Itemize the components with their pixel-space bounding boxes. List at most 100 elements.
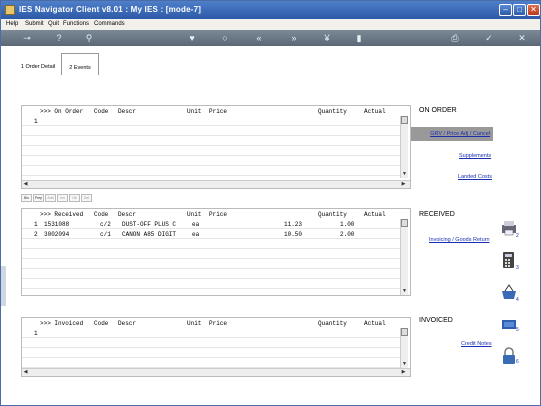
scroll-right-arrow[interactable]: ▶ [400, 369, 407, 376]
col-descr: Descr [118, 108, 137, 115]
table-row[interactable] [22, 358, 400, 368]
refresh-icon[interactable]: ○ [219, 32, 231, 44]
window-title: IES Navigator Client v8.01 : My IES : [m… [19, 5, 202, 14]
menu-commands[interactable]: Commands [94, 21, 125, 27]
table-row[interactable]: 1 [22, 328, 400, 338]
add-button[interactable]: Add [45, 194, 56, 202]
key-icon[interactable]: ⊸ [17, 32, 37, 44]
close-icon[interactable]: ✕ [516, 32, 528, 44]
menu-submit[interactable]: Submit [25, 21, 44, 27]
scroll-thumb[interactable] [401, 328, 408, 336]
menu-functions[interactable]: Functions [63, 21, 89, 27]
table-row[interactable] [22, 348, 400, 358]
table-row[interactable] [22, 239, 400, 249]
maximize-button[interactable]: □ [513, 4, 526, 16]
plug-icon[interactable]: ¥ [321, 32, 333, 44]
table-row[interactable]: 1 [22, 116, 400, 126]
table-row[interactable] [22, 146, 400, 156]
row-number: 2 [34, 231, 38, 238]
invoiced-vscroll[interactable]: ▼ [400, 328, 408, 368]
table-row[interactable] [22, 338, 400, 348]
col-actual: Actual [364, 320, 386, 327]
scroll-thumb[interactable] [401, 219, 408, 227]
received-vscroll[interactable]: ▼ [400, 219, 408, 295]
table-row[interactable] [22, 166, 400, 176]
row-code: c/1 [100, 231, 111, 238]
scroll-left-arrow[interactable]: ◀ [22, 369, 29, 376]
table-row[interactable] [22, 249, 400, 259]
table-row[interactable]: 1 1531088 c/2 DUST-OFF PLUS C ea 11.23 1… [22, 219, 400, 229]
col-quantity: Quantity [318, 108, 347, 115]
prep-button[interactable]: Prep [33, 194, 44, 202]
table-row[interactable] [22, 136, 400, 146]
scroll-down-arrow[interactable]: ▼ [401, 288, 408, 295]
menu-quit[interactable]: Quit [48, 21, 59, 27]
check-icon[interactable]: ✓ [483, 32, 495, 44]
insert-button[interactable]: Ins [57, 194, 68, 202]
invoiced-hscroll[interactable]: ◀ ▶ [22, 368, 410, 376]
icon-number: 2 [516, 233, 519, 239]
rewind-icon[interactable]: « [253, 32, 265, 44]
icon-number: 4 [516, 297, 519, 303]
row-unit: ea [192, 221, 200, 228]
tab-strip: 1 Order Detail 2 Events [3, 49, 540, 79]
col-unit: Unit [187, 211, 202, 218]
table-row[interactable] [22, 279, 400, 289]
tab-events[interactable]: 2 Events [61, 53, 99, 75]
fast-forward-icon[interactable]: » [288, 32, 300, 44]
row-ref: 3002094 [44, 231, 70, 238]
row-ref: 1531088 [44, 221, 70, 228]
search-icon[interactable]: ⚲ [83, 32, 95, 44]
row-price: 11.23 [284, 221, 303, 228]
scroll-thumb[interactable] [401, 116, 408, 124]
table-row[interactable]: 2 3002094 c/1 CANON A85 DIGIT ea 10.50 2… [22, 229, 400, 239]
col-descr: Descr [118, 320, 137, 327]
table-row[interactable] [22, 269, 400, 279]
table-row[interactable] [22, 259, 400, 269]
row-unit: ea [192, 231, 200, 238]
ok-button[interactable]: Ok [69, 194, 80, 202]
on-order-vscroll[interactable]: ▼ [400, 116, 408, 178]
credit-notes-link[interactable]: Credit Notes [461, 341, 492, 347]
on-order-header: >>> On Order Code Descr Unit Price Quant… [22, 106, 410, 116]
heart-icon[interactable]: ♥ [186, 32, 198, 44]
invoiced-title: INVOICED [419, 317, 453, 324]
print-icon[interactable]: ⎙ [449, 32, 461, 44]
col-descr: Descr [118, 211, 137, 218]
on-order-title: ON ORDER [419, 107, 457, 114]
supplements-link[interactable]: Supplements [459, 153, 491, 159]
stop-icon[interactable]: ▮ [353, 32, 365, 44]
icon-number: 5 [516, 327, 519, 333]
landed-costs-link[interactable]: Landed Costs [458, 174, 492, 180]
grv-price-adj-cancel-link[interactable]: GRV / Price Adj / Cancel [411, 127, 493, 141]
scroll-left-arrow[interactable]: ◀ [22, 181, 29, 188]
col-code: Code [94, 211, 109, 218]
row-number: 1 [34, 330, 38, 337]
invoicing-goods-return-link[interactable]: Invoicing / Goods Return [429, 237, 490, 243]
invoiced-table: >>> Invoiced Code Descr Unit Price Quant… [21, 317, 411, 377]
col-quantity: Quantity [318, 320, 347, 327]
col-price: Price [209, 108, 228, 115]
col-actual: Actual [364, 108, 386, 115]
row-number: 1 [34, 221, 38, 228]
table-row[interactable] [22, 156, 400, 166]
row-quantity: 2.00 [340, 231, 355, 238]
received-header: >>> Received Code Descr Unit Price Quant… [22, 209, 410, 219]
row-code: c/2 [100, 221, 111, 228]
table-row[interactable] [22, 126, 400, 136]
help-icon[interactable]: ? [53, 32, 65, 44]
row-descr: DUST-OFF PLUS C [122, 221, 177, 228]
scroll-down-arrow[interactable]: ▼ [401, 361, 408, 368]
minimize-button[interactable]: – [499, 4, 512, 16]
row-quantity: 1.00 [340, 221, 355, 228]
scroll-down-arrow[interactable]: ▼ [401, 171, 408, 178]
scroll-right-arrow[interactable]: ▶ [400, 181, 407, 188]
bin-button[interactable]: Bin [21, 194, 32, 202]
on-order-hscroll[interactable]: ◀ ▶ [22, 180, 410, 188]
close-button[interactable]: ✕ [527, 4, 540, 16]
menu-help[interactable]: Help [6, 21, 18, 27]
tab-order-detail[interactable]: 1 Order Detail [15, 53, 61, 75]
delete-button[interactable]: Del [81, 194, 92, 202]
received-table: >>> Received Code Descr Unit Price Quant… [21, 208, 411, 296]
col-unit: Unit [187, 320, 202, 327]
